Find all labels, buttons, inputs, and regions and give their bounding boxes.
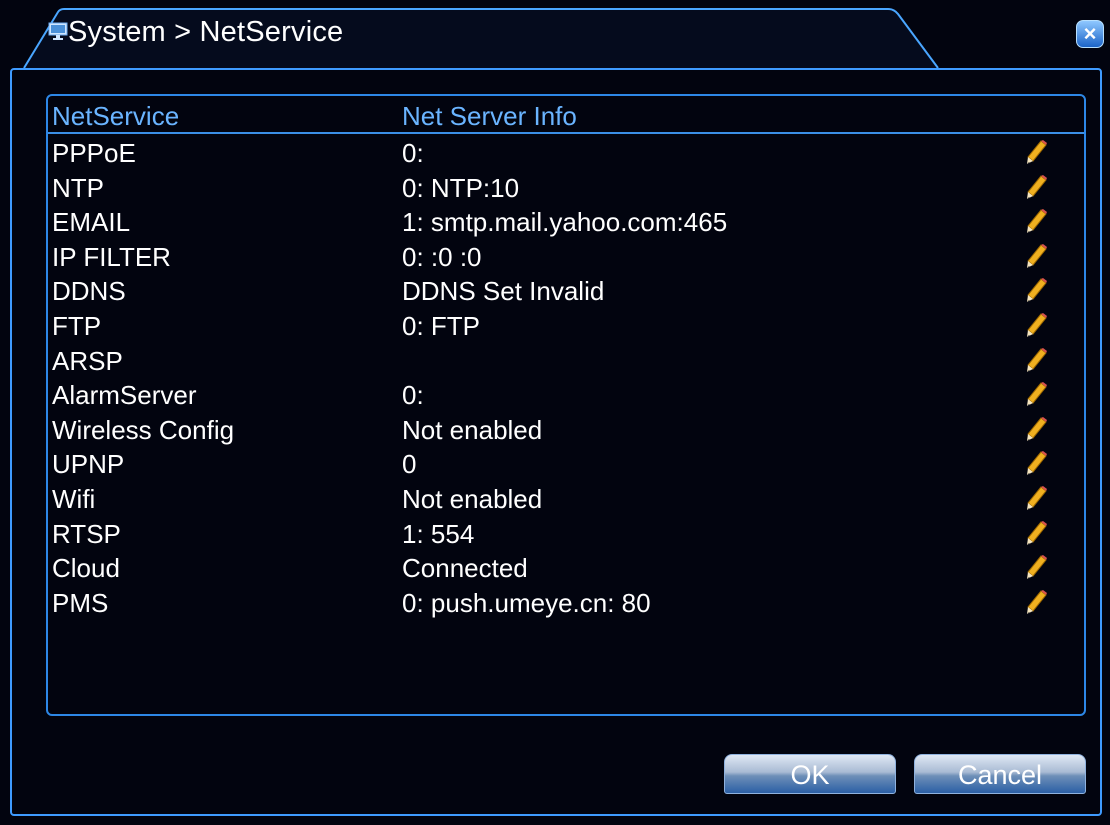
service-name: DDNS	[52, 276, 126, 307]
table-row[interactable]: Wireless Config Not enabled	[48, 413, 1084, 448]
pencil-icon[interactable]	[1024, 381, 1048, 407]
table-row[interactable]: PPPoE 0:	[48, 136, 1084, 171]
cancel-button[interactable]: Cancel	[914, 754, 1086, 794]
table-row[interactable]: Cloud Connected	[48, 551, 1084, 586]
monitor-icon	[48, 22, 68, 40]
service-name: ARSP	[52, 345, 123, 376]
pencil-icon[interactable]	[1024, 243, 1048, 269]
table-row[interactable]: IP FILTER 0: :0 :0	[48, 240, 1084, 275]
service-info: 1: smtp.mail.yahoo.com:465	[402, 207, 728, 238]
pencil-icon[interactable]	[1024, 554, 1048, 580]
service-name: PPPoE	[52, 138, 136, 168]
pencil-icon[interactable]	[1024, 520, 1048, 546]
close-button[interactable]: ×	[1076, 20, 1104, 48]
table-row[interactable]: AlarmServer 0:	[48, 378, 1084, 413]
pencil-icon[interactable]	[1024, 312, 1048, 338]
service-name: PMS	[52, 587, 109, 618]
table-row[interactable]: DDNS DDNS Set Invalid	[48, 274, 1084, 309]
netservice-table: NetService Net Server Info PPPoE 0: NTP 0: …	[46, 94, 1086, 716]
table-row[interactable]: EMAIL 1: smtp.mail.yahoo.com:465	[48, 205, 1084, 240]
service-name: Wifi	[52, 484, 96, 514]
service-name: FTP	[52, 311, 102, 341]
service-name: RTSP	[52, 518, 121, 549]
pencil-icon[interactable]	[1024, 277, 1048, 303]
window-title: System > NetService	[68, 16, 344, 48]
service-name: AlarmServer	[52, 380, 197, 411]
table-header: NetService Net Server Info	[48, 96, 1084, 134]
service-name: Cloud	[52, 553, 120, 584]
service-name: NTP	[52, 172, 104, 203]
column-header-net-server-info: Net Server Info	[402, 101, 577, 131]
close-icon: ×	[1083, 21, 1097, 46]
table-row[interactable]: NTP 0: NTP:10	[48, 171, 1084, 206]
table-row[interactable]: PMS 0: push.umeye.cn: 80	[48, 586, 1084, 621]
pencil-icon[interactable]	[1024, 347, 1048, 373]
pencil-icon[interactable]	[1024, 139, 1048, 165]
service-info: 0:	[402, 138, 424, 168]
pencil-icon[interactable]	[1024, 174, 1048, 200]
service-info: 0:	[402, 380, 424, 411]
service-name: IP FILTER	[52, 241, 171, 272]
table-row[interactable]: Wifi Not enabled	[48, 482, 1084, 517]
netservice-dialog: System > NetService × NetService Net Ser…	[0, 0, 1110, 825]
table-row[interactable]: FTP 0: FTP	[48, 309, 1084, 344]
service-info: 0	[402, 449, 417, 480]
service-info: Not enabled	[402, 484, 543, 514]
service-info: 1: 554	[402, 518, 475, 549]
table-row[interactable]: RTSP 1: 554	[48, 517, 1084, 552]
service-info: Not enabled	[402, 414, 543, 445]
service-info: 0: FTP	[402, 311, 481, 341]
service-name: Wireless Config	[52, 414, 235, 445]
service-info: 0: NTP:10	[402, 172, 520, 203]
pencil-icon[interactable]	[1024, 589, 1048, 615]
pencil-icon[interactable]	[1024, 416, 1048, 442]
service-name: EMAIL	[52, 207, 131, 238]
column-header-netservice: NetService	[52, 101, 180, 131]
service-name: UPNP	[52, 449, 125, 480]
pencil-icon[interactable]	[1024, 450, 1048, 476]
service-info: 0: push.umeye.cn: 80	[402, 587, 651, 618]
ok-button[interactable]: OK	[724, 754, 896, 794]
pencil-icon[interactable]	[1024, 208, 1048, 234]
service-info: 0: :0 :0	[402, 241, 482, 272]
table-row[interactable]: ARSP	[48, 344, 1084, 379]
pencil-icon[interactable]	[1024, 485, 1048, 511]
table-row[interactable]: UPNP 0	[48, 447, 1084, 482]
service-info: DDNS Set Invalid	[402, 276, 605, 307]
service-info: Connected	[402, 553, 528, 584]
